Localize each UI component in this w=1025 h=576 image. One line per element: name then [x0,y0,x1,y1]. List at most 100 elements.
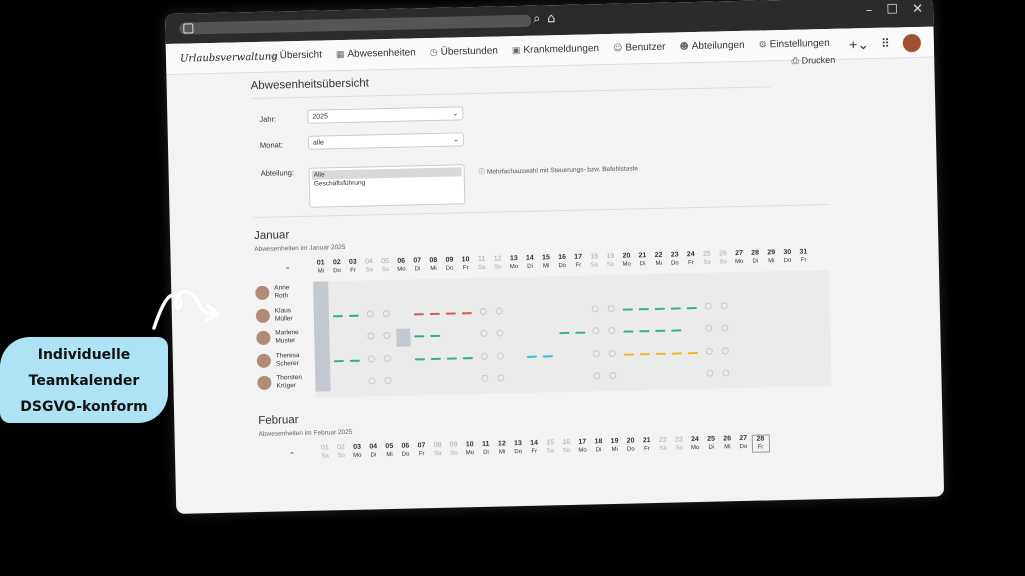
absence-vacation[interactable] [558,331,569,335]
nav-item-4[interactable]: ☺ Benutzer [613,42,666,54]
absence-vacation[interactable] [670,306,682,310]
weekend-marker [722,369,730,377]
nav-item-2[interactable]: ◷ Überstunden [430,45,498,58]
print-button[interactable]: ⎙ Drucken [791,55,835,67]
weekday: Do [514,449,523,456]
nav-item-6[interactable]: ⚙ Einstellungen [758,38,830,51]
badge-line-3: DSGVO-konform [20,399,148,415]
absence-vacation[interactable] [623,330,634,333]
absence-vacation[interactable] [350,359,361,362]
absence-vacation[interactable] [574,331,586,334]
last-name: Krüger [276,382,297,390]
absence-vacation[interactable] [671,329,682,332]
employee-row[interactable]: Klaus Müller [255,307,293,324]
nav-item-1[interactable]: ▦ Abwesenheiten [336,47,416,60]
weekend-marker [591,304,600,312]
close-icon[interactable]: ✕ [912,2,923,17]
search-icon[interactable]: ⌕ [533,11,541,26]
absence-vacation[interactable] [622,307,633,311]
weekday: So [606,261,615,269]
absence-vacation[interactable] [430,357,441,360]
absence-special[interactable] [527,355,538,358]
absence-vacation[interactable] [687,306,698,309]
weekday: Fr [757,444,764,451]
absence-vacation[interactable] [638,307,649,310]
absence-vacation[interactable] [414,357,425,360]
weekday: Di [752,258,759,265]
minimize-icon[interactable]: – [866,3,873,18]
weekday: Mo [353,452,362,459]
weekend-marker [704,302,712,310]
weekday: Do [401,451,410,458]
weekday: So [562,447,571,455]
home-icon[interactable]: ⌂ [547,11,556,26]
absence-vacation[interactable] [332,314,344,317]
absence-vacation[interactable] [655,329,666,332]
absence-overtime[interactable] [639,352,650,355]
nav-item-0[interactable]: ⌂ Übersicht [271,49,322,61]
absence-overtime[interactable] [655,352,667,355]
absence-sick[interactable] [445,311,456,315]
weekday: Mi [498,449,506,456]
address-bar[interactable] [179,14,532,35]
apps-grid-icon[interactable]: ⠿ [881,37,890,51]
absence-sick[interactable] [461,311,472,314]
absence-sick[interactable] [429,312,440,315]
avatar [257,375,272,390]
absence-vacation[interactable] [462,356,473,359]
last-name: Scherer [275,359,299,368]
absence-pending[interactable] [395,328,411,347]
employee-row[interactable]: Theresa Scherer [256,352,300,369]
employee-row[interactable]: Anne Roth [255,284,290,301]
employee-row[interactable]: Thorsten Krüger [257,374,302,391]
chevron-down-icon: ⌄ [452,110,459,118]
collapse-icon[interactable]: ⌃ [285,266,291,274]
absence-vacation[interactable] [654,307,666,310]
navbar-actions: +⌄ ⠿ [849,32,923,55]
absence-vacation[interactable] [639,330,650,333]
weekday: Mo [735,258,744,266]
department-multiselect[interactable]: Alle Geschäftsführung [308,164,466,208]
nav-item-3[interactable]: ▣ Krankmeldungen [512,43,599,56]
absence-overtime[interactable] [688,351,699,354]
absence-vacation[interactable] [333,359,345,362]
day-header: 15 Mi [538,254,554,270]
add-icon[interactable]: +⌄ [849,36,869,53]
day-header: 22 Sa [655,437,671,455]
day-header: 14 Di [522,255,538,271]
weekday: Di [414,266,421,273]
day-header: 13 Do [510,440,526,458]
last-name: Muster [275,337,296,345]
absence-vacation[interactable] [446,356,457,360]
day-header: 10 Mo [462,441,478,459]
browser-window: ⌕ ⌂ – ☐ ✕ Urlaubsverwaltung ⌂ Übersicht ▦ A… [165,0,945,514]
year-select[interactable]: 2025 ⌄ [307,106,464,124]
day-header: 26 So [715,250,731,266]
absence-vacation[interactable] [430,334,441,338]
month-select[interactable]: alle ⌄ [307,132,465,150]
absence-special[interactable] [543,354,554,358]
user-avatar[interactable] [901,32,923,54]
absence-overtime[interactable] [623,352,634,356]
promo-badge: Individuelle Teamkalender DSGVO-konform [0,337,168,423]
day-header: 17 Mo [574,438,590,456]
weekend-marker [496,351,504,360]
absence-vacation[interactable] [349,314,360,317]
absence-overtime[interactable] [671,351,683,355]
weekday: Do [626,446,635,453]
employee-row[interactable]: Marlene Muster [256,329,299,346]
today-column [313,281,331,392]
collapse-icon[interactable]: ⌃ [289,451,295,459]
day-header: 02 So [333,444,349,462]
weekday: Fr [644,446,650,453]
weekend-marker [608,304,616,312]
absence-sick[interactable] [413,312,424,315]
app-logo[interactable]: Urlaubsverwaltung [180,51,278,64]
absence-vacation[interactable] [413,335,425,338]
employee-name: Anne Roth [274,284,290,300]
nav-item-5[interactable]: ☻ Abteilungen [679,40,744,52]
maximize-icon[interactable]: ☐ [886,2,898,17]
weekday: Sa [546,448,555,455]
day-header: 20 Do [623,437,639,455]
day-header-february: 01 Sa 02 So 03 Mo 04 Di 05 Mi 06 Do 07 Fr 08 Sa 09 So 10 Mo… [317,433,844,463]
